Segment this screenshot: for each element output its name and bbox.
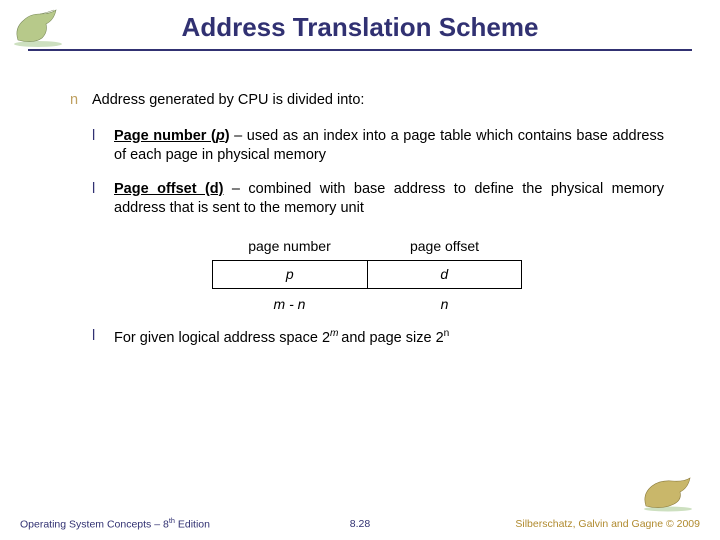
diagram-box-row: p d [212, 260, 522, 289]
bits-mn: m - n [212, 289, 367, 318]
bullet-final: l For given logical address space 2m and… [92, 327, 664, 348]
address-diagram: page number page offset p d m - n n [212, 233, 522, 318]
intro-text: Address generated by CPU is divided into… [92, 92, 364, 108]
final-prefix: For given logical address space 2 [114, 330, 330, 346]
final-exp2: n [444, 328, 450, 339]
slide-title: Address Translation Scheme [182, 12, 539, 43]
dot-bullet-icon: l [92, 127, 95, 147]
header-page-number: page number [212, 233, 367, 260]
dot-bullet-icon: l [92, 327, 95, 347]
box-d: d [368, 260, 523, 289]
footer-page-number: 8.28 [350, 518, 370, 530]
final-exp1: m [330, 328, 341, 339]
bullet-intro: n Address generated by CPU is divided in… [70, 91, 664, 111]
bits-n: n [367, 289, 522, 318]
final-mid: and page size 2 [341, 330, 443, 346]
bullet-page-number: l Page number (p) – used as an index int… [92, 127, 664, 166]
footer-left: Operating System Concepts – 8th Edition [20, 516, 210, 531]
po-bold: Page offset (d) [114, 181, 224, 197]
footer: Operating System Concepts – 8th Edition … [0, 516, 720, 531]
footer-right: Silberschatz, Galvin and Gagne © 2009 [515, 518, 700, 530]
header-page-offset: page offset [367, 233, 522, 260]
dinosaur-icon-bottom [640, 472, 696, 512]
dot-bullet-icon: l [92, 180, 95, 200]
square-bullet-icon: n [70, 91, 78, 111]
title-bar: Address Translation Scheme [0, 0, 720, 51]
content-area: n Address generated by CPU is divided in… [0, 51, 720, 349]
box-p: p [212, 260, 368, 289]
pn-bold: Page number (p) [114, 128, 230, 144]
bullet-page-offset: l Page offset (d) – combined with base a… [92, 180, 664, 219]
title-underline [28, 49, 692, 51]
diagram-bits-row: m - n n [212, 289, 522, 318]
diagram-header-row: page number page offset [212, 233, 522, 260]
